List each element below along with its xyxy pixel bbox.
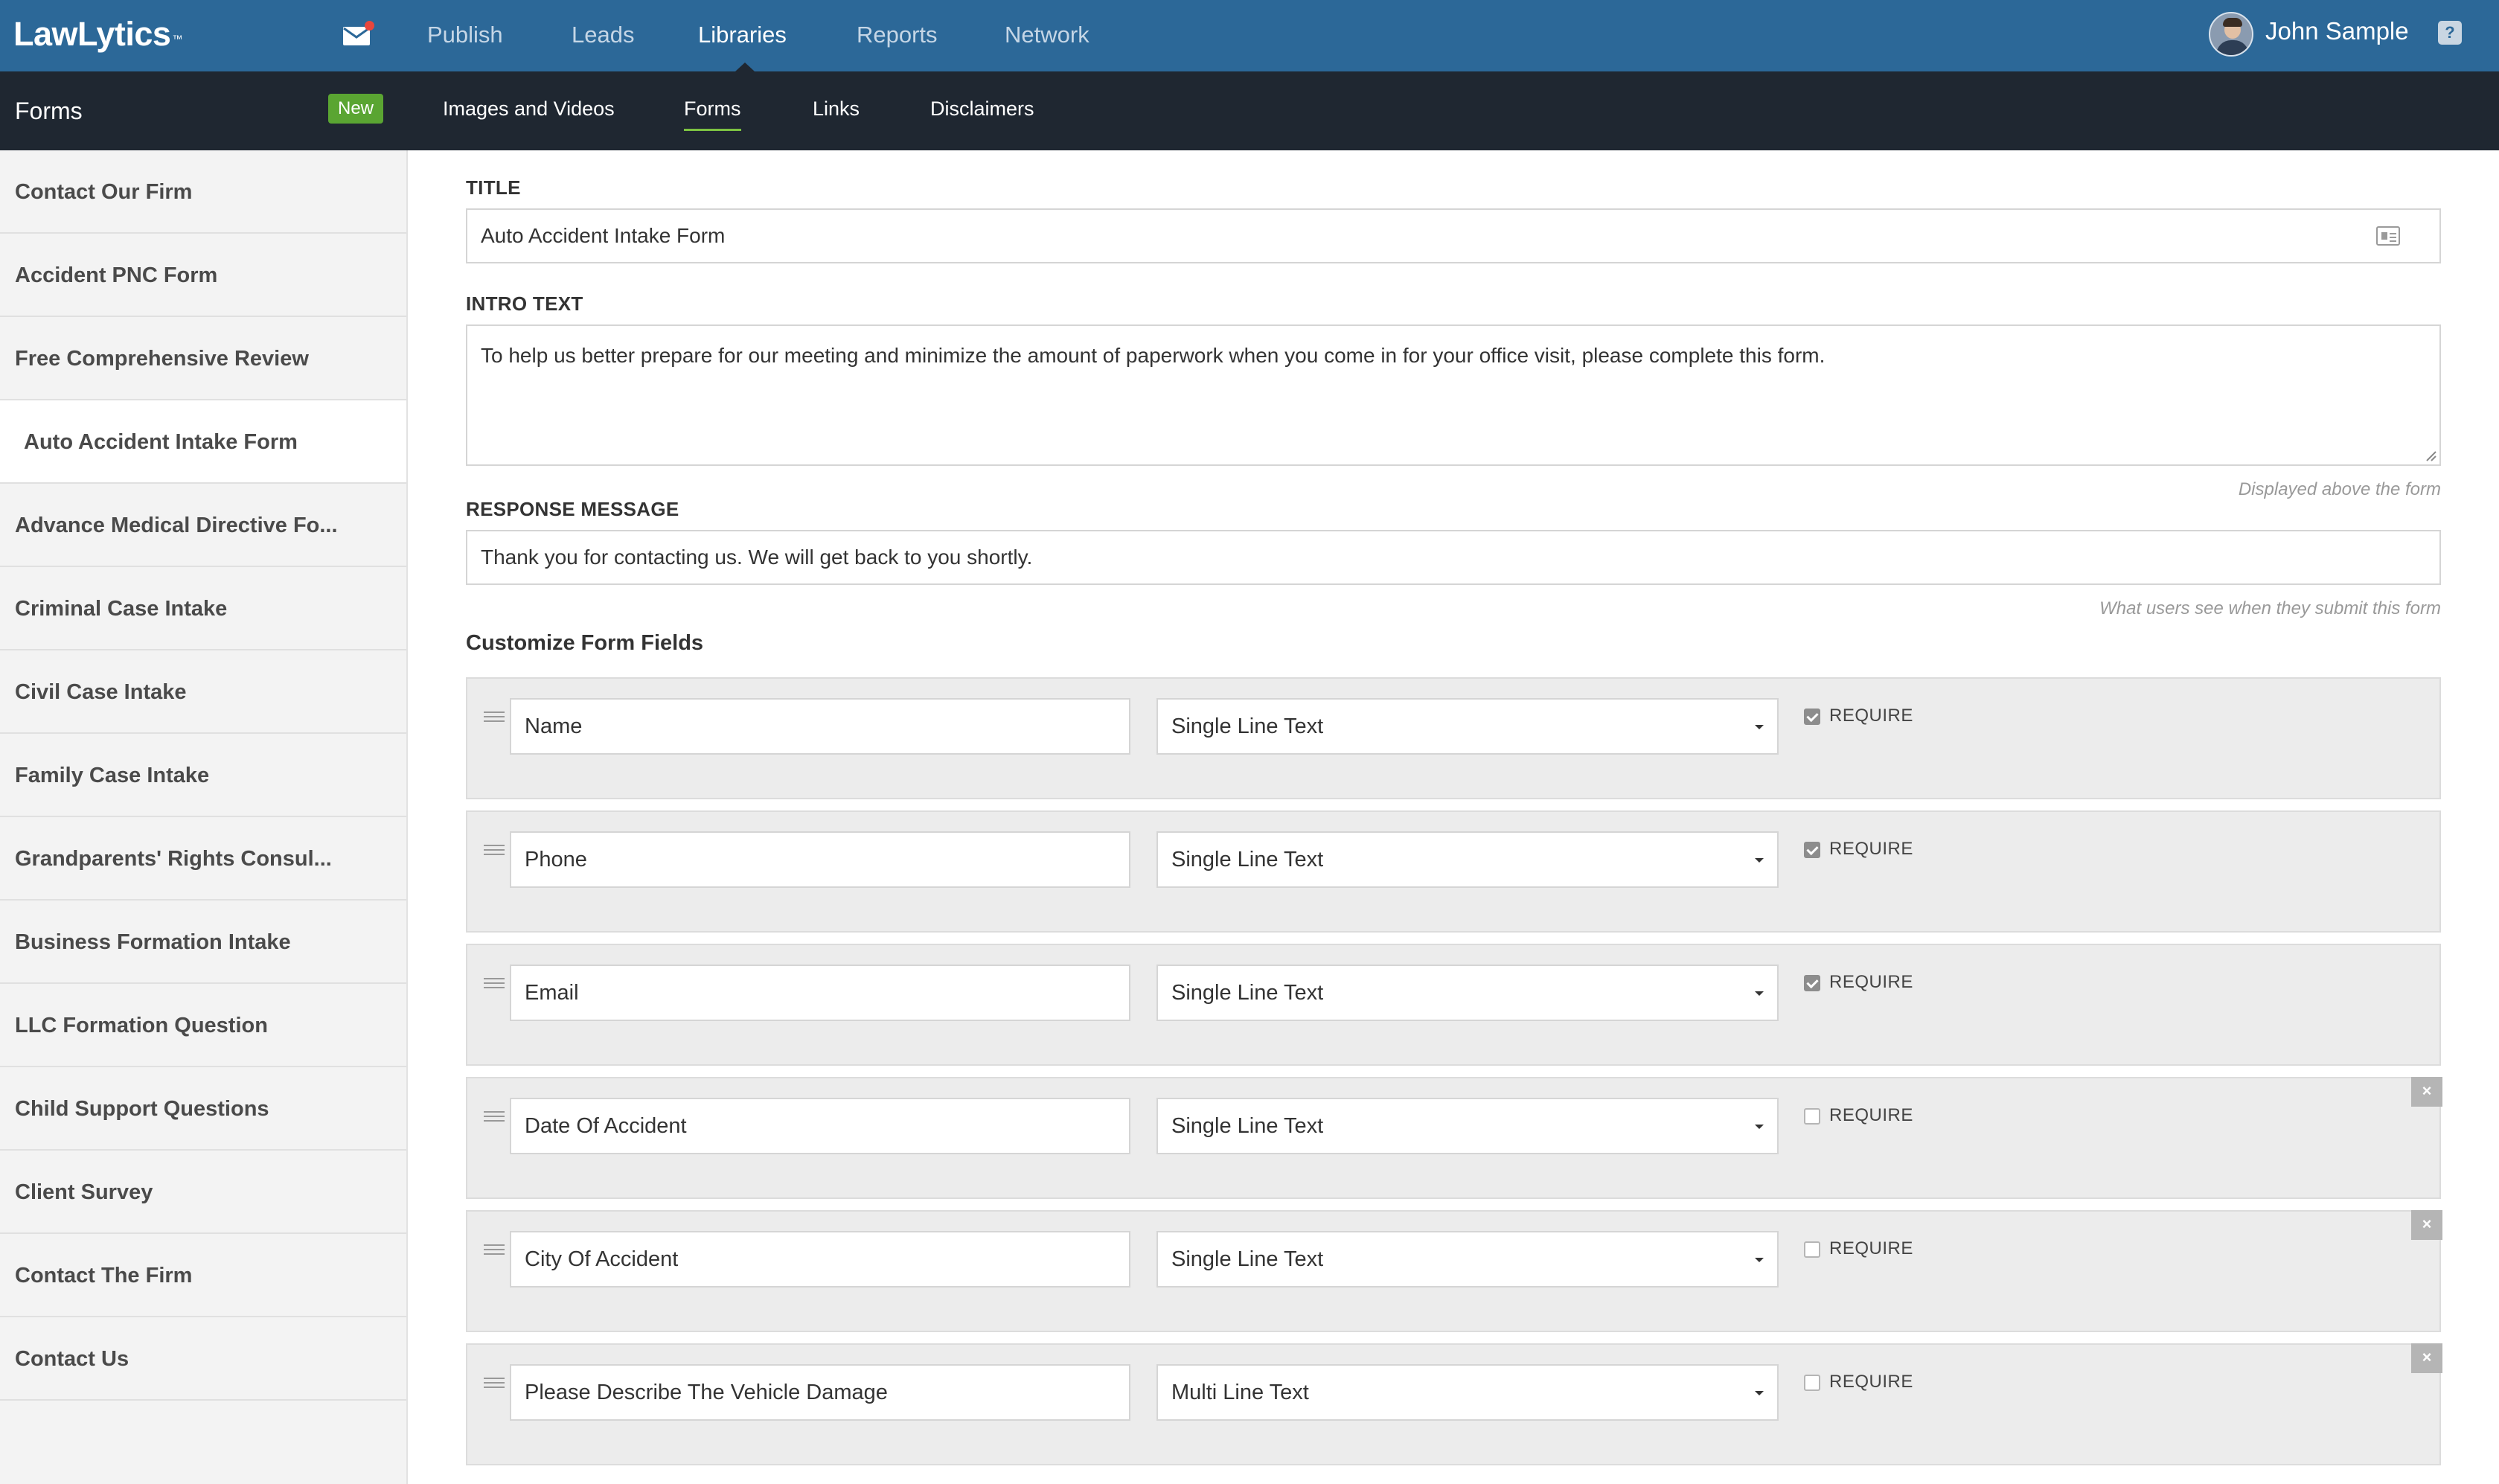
drag-handle-icon[interactable] xyxy=(484,1111,505,1123)
response-message-hint: What users see when they submit this for… xyxy=(2099,598,2441,618)
chevron-down-icon xyxy=(1755,991,1764,996)
sidebar-item-free-comprehensive-review[interactable]: Free Comprehensive Review xyxy=(0,317,406,400)
remove-field-button[interactable]: × xyxy=(2411,1343,2442,1373)
sidebar-item-accident-pnc-form[interactable]: Accident PNC Form xyxy=(0,234,406,317)
tab-forms[interactable]: Forms xyxy=(684,94,741,131)
field-name-input[interactable]: City Of Accident xyxy=(510,1231,1130,1288)
form-field-row-name: Name Single Line Text REQUIRE xyxy=(466,677,2441,799)
require-label: REQUIRE xyxy=(1829,706,1913,726)
active-nav-caret xyxy=(735,63,755,71)
field-type-value: Single Line Text xyxy=(1171,981,1324,1005)
sidebar-item-contact-our-firm[interactable]: Contact Our Firm xyxy=(0,150,406,234)
forms-sidebar: Contact Our Firm Accident PNC Form Free … xyxy=(0,150,408,1484)
tab-disclaimers[interactable]: Disclaimers xyxy=(930,94,1034,124)
field-name-input[interactable]: Email xyxy=(510,965,1130,1021)
field-type-value: Single Line Text xyxy=(1171,714,1324,738)
field-type-select[interactable]: Single Line Text xyxy=(1156,965,1779,1021)
user-avatar[interactable] xyxy=(2209,12,2253,57)
intro-text-textarea[interactable]: To help us better prepare for our meetin… xyxy=(466,324,2441,466)
form-field-row-date-of-accident: Date Of Accident Single Line Text REQUIRE × xyxy=(466,1077,2442,1199)
field-type-select[interactable]: Single Line Text xyxy=(1156,831,1779,888)
sidebar-item-grandparents-rights[interactable]: Grandparents' Rights Consul... xyxy=(0,817,406,901)
field-name-input[interactable]: Date Of Accident xyxy=(510,1098,1130,1154)
sidebar-item-civil-case-intake[interactable]: Civil Case Intake xyxy=(0,650,406,734)
chevron-down-icon xyxy=(1755,1258,1764,1262)
remove-field-button[interactable]: × xyxy=(2411,1210,2442,1240)
drag-handle-icon[interactable] xyxy=(484,1378,505,1389)
require-label: REQUIRE xyxy=(1829,1238,1913,1258)
sidebar-item-client-survey[interactable]: Client Survey xyxy=(0,1151,406,1234)
nav-publish[interactable]: Publish xyxy=(427,18,503,52)
field-type-select[interactable]: Multi Line Text xyxy=(1156,1364,1779,1421)
require-label: REQUIRE xyxy=(1829,839,1913,859)
form-field-row-email: Email Single Line Text REQUIRE xyxy=(466,944,2441,1066)
form-field-row-city-of-accident: City Of Accident Single Line Text REQUIRE × xyxy=(466,1210,2442,1332)
form-field-row-please-describe-the-vehicle-damage: Please Describe The Vehicle Damage Multi … xyxy=(466,1343,2442,1465)
sidebar-item-child-support-questions[interactable]: Child Support Questions xyxy=(0,1067,406,1151)
field-type-select[interactable]: Single Line Text xyxy=(1156,1231,1779,1288)
remove-field-button[interactable]: × xyxy=(2411,1077,2442,1107)
tab-images-and-videos[interactable]: Images and Videos xyxy=(443,94,615,124)
sidebar-item-llc-formation-question[interactable]: LLC Formation Question xyxy=(0,984,406,1067)
sidebar-item-auto-accident-intake-form[interactable]: Auto Accident Intake Form xyxy=(0,400,406,484)
field-type-value: Single Line Text xyxy=(1171,1114,1324,1138)
help-icon[interactable]: ? xyxy=(2438,21,2462,45)
require-checkbox[interactable] xyxy=(1804,975,1820,991)
chevron-down-icon xyxy=(1755,725,1764,729)
intro-text-hint: Displayed above the form xyxy=(2238,479,2441,499)
nav-libraries[interactable]: Libraries xyxy=(698,18,787,52)
chevron-down-icon xyxy=(1755,858,1764,863)
form-card-icon[interactable] xyxy=(2376,226,2400,246)
nav-leads[interactable]: Leads xyxy=(572,18,634,52)
field-type-select[interactable]: Single Line Text xyxy=(1156,1098,1779,1154)
form-field-row-phone: Phone Single Line Text REQUIRE xyxy=(466,810,2441,933)
drag-handle-icon[interactable] xyxy=(484,711,505,723)
title-label: TITLE xyxy=(466,176,521,199)
tab-links[interactable]: Links xyxy=(813,94,860,124)
customize-form-fields-title: Customize Form Fields xyxy=(466,631,704,655)
sidebar-item-contact-us[interactable]: Contact Us xyxy=(0,1317,406,1401)
title-input[interactable]: Auto Accident Intake Form xyxy=(466,208,2441,263)
field-type-value: Single Line Text xyxy=(1171,848,1324,871)
require-checkbox[interactable] xyxy=(1804,1108,1820,1125)
lawlytics-logo[interactable]: LawLytics ™ xyxy=(13,12,182,57)
top-navigation-bar: LawLytics ™ Publish Leads Libraries Repor… xyxy=(0,0,2499,71)
sidebar-item-family-case-intake[interactable]: Family Case Intake xyxy=(0,734,406,817)
require-label: REQUIRE xyxy=(1829,1372,1913,1392)
require-checkbox[interactable] xyxy=(1804,842,1820,858)
require-label: REQUIRE xyxy=(1829,1105,1913,1125)
nav-network[interactable]: Network xyxy=(1005,18,1089,52)
field-type-select[interactable]: Single Line Text xyxy=(1156,698,1779,755)
sidebar-item-advance-medical-directive[interactable]: Advance Medical Directive Fo... xyxy=(0,484,406,567)
field-name-input[interactable]: Phone xyxy=(510,831,1130,888)
require-checkbox[interactable] xyxy=(1804,709,1820,725)
require-checkbox[interactable] xyxy=(1804,1375,1820,1391)
response-message-input[interactable]: Thank you for contacting us. We will get… xyxy=(466,530,2441,585)
intro-text-label: INTRO TEXT xyxy=(466,292,583,315)
sidebar-item-business-formation-intake[interactable]: Business Formation Intake xyxy=(0,901,406,984)
resize-handle-icon[interactable] xyxy=(2423,448,2436,461)
section-title: Forms xyxy=(15,97,83,124)
notification-dot xyxy=(365,21,374,31)
drag-handle-icon[interactable] xyxy=(484,978,505,990)
require-label: REQUIRE xyxy=(1829,972,1913,992)
field-name-input[interactable]: Name xyxy=(510,698,1130,755)
field-type-value: Single Line Text xyxy=(1171,1247,1324,1271)
sidebar-item-criminal-case-intake[interactable]: Criminal Case Intake xyxy=(0,567,406,650)
drag-handle-icon[interactable] xyxy=(484,1244,505,1256)
mail-icon[interactable] xyxy=(341,21,375,51)
drag-handle-icon[interactable] xyxy=(484,845,505,857)
nav-reports[interactable]: Reports xyxy=(857,18,938,52)
require-checkbox[interactable] xyxy=(1804,1241,1820,1258)
field-name-input[interactable]: Please Describe The Vehicle Damage xyxy=(510,1364,1130,1421)
field-type-value: Multi Line Text xyxy=(1171,1381,1309,1404)
sidebar-item-contact-the-firm[interactable]: Contact The Firm xyxy=(0,1234,406,1317)
response-message-label: RESPONSE MESSAGE xyxy=(466,498,679,520)
new-form-button[interactable]: New xyxy=(328,94,383,124)
chevron-down-icon xyxy=(1755,1391,1764,1395)
chevron-down-icon xyxy=(1755,1125,1764,1129)
user-name[interactable]: John Sample xyxy=(2265,13,2409,49)
